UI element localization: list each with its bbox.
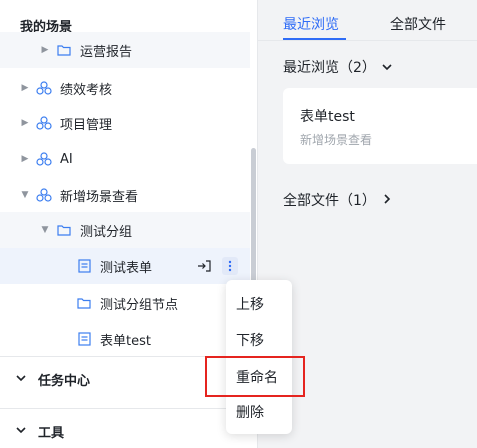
tree-item-label: 新增场景查看 <box>60 189 139 205</box>
tab-recent[interactable]: 最近浏览 <box>283 14 339 34</box>
tab-all-files[interactable]: 全部文件 <box>390 14 446 34</box>
tree-item-project-management[interactable]: ▶ 项目管理 <box>0 105 250 141</box>
more-vertical-icon[interactable] <box>222 257 238 275</box>
card-subtitle: 新增场景查看 <box>300 133 373 147</box>
form-icon <box>76 258 92 274</box>
menu-item-move-up[interactable]: 上移 <box>236 294 264 314</box>
card-title: 表单test <box>300 109 355 125</box>
tab-divider <box>258 40 477 41</box>
all-files-section-header[interactable]: 全部文件（1） <box>283 190 391 210</box>
all-files-section-label: 全部文件（1） <box>283 193 376 209</box>
folder-icon <box>56 222 72 238</box>
scene-icon <box>36 151 52 167</box>
chevron-down-icon <box>382 59 392 75</box>
tree-item-label: 测试分组节点 <box>100 297 179 313</box>
tree-item-form-test[interactable]: 表单test <box>0 321 250 357</box>
scene-icon <box>36 115 52 131</box>
enter-icon[interactable] <box>196 257 212 275</box>
tree-item-label: 测试分组 <box>80 224 133 240</box>
caret-right-icon[interactable]: ▶ <box>20 118 30 128</box>
tree-item-label: 项目管理 <box>60 117 113 133</box>
caret-right-icon[interactable]: ▶ <box>20 83 30 93</box>
caret-down-icon[interactable]: ▼ <box>40 225 50 235</box>
tree-item-label: 绩效考核 <box>60 82 113 98</box>
caret-right-icon[interactable]: ▶ <box>20 154 30 164</box>
tree-item-operations-report[interactable]: ▶ 运营报告 <box>0 32 250 68</box>
tree-item-ai[interactable]: ▶ AI <box>0 141 250 177</box>
caret-down-icon[interactable]: ▼ <box>20 190 30 200</box>
folder-icon <box>56 42 72 58</box>
group-label: 工具 <box>38 426 65 441</box>
menu-item-move-down[interactable]: 下移 <box>236 330 264 350</box>
caret-right-icon[interactable]: ▶ <box>40 45 50 55</box>
recent-section-header[interactable]: 最近浏览（2） <box>283 57 392 77</box>
tree-item-test-group-node[interactable]: 测试分组节点 <box>0 285 250 321</box>
tree-item-new-scene[interactable]: ▼ 新增场景查看 <box>0 177 250 213</box>
chevron-down-icon <box>16 426 26 437</box>
recent-file-card[interactable]: 表单test 新增场景查看 <box>283 88 477 164</box>
group-tools[interactable]: 工具 <box>0 408 257 448</box>
menu-item-delete[interactable]: 删除 <box>236 402 264 422</box>
scene-icon <box>36 80 52 96</box>
chevron-down-icon <box>16 374 26 385</box>
form-icon <box>76 331 92 347</box>
recent-section-label: 最近浏览（2） <box>283 60 376 76</box>
rename-highlight-box <box>205 356 305 397</box>
tree-item-performance[interactable]: ▶ 绩效考核 <box>0 70 250 106</box>
tree-item-label: AI <box>60 151 73 167</box>
tab-active-indicator <box>283 38 346 40</box>
chevron-right-icon <box>384 192 391 208</box>
tree-item-label: 运营报告 <box>80 44 133 60</box>
tree-item-label: 测试表单 <box>100 260 153 276</box>
tree-item-label: 表单test <box>100 333 151 349</box>
folder-icon <box>76 295 92 311</box>
tree-item-test-group[interactable]: ▼ 测试分组 <box>0 212 250 248</box>
scene-icon <box>36 187 52 203</box>
tree-item-test-form[interactable]: 测试表单 <box>0 248 250 284</box>
group-label: 任务中心 <box>38 374 91 389</box>
